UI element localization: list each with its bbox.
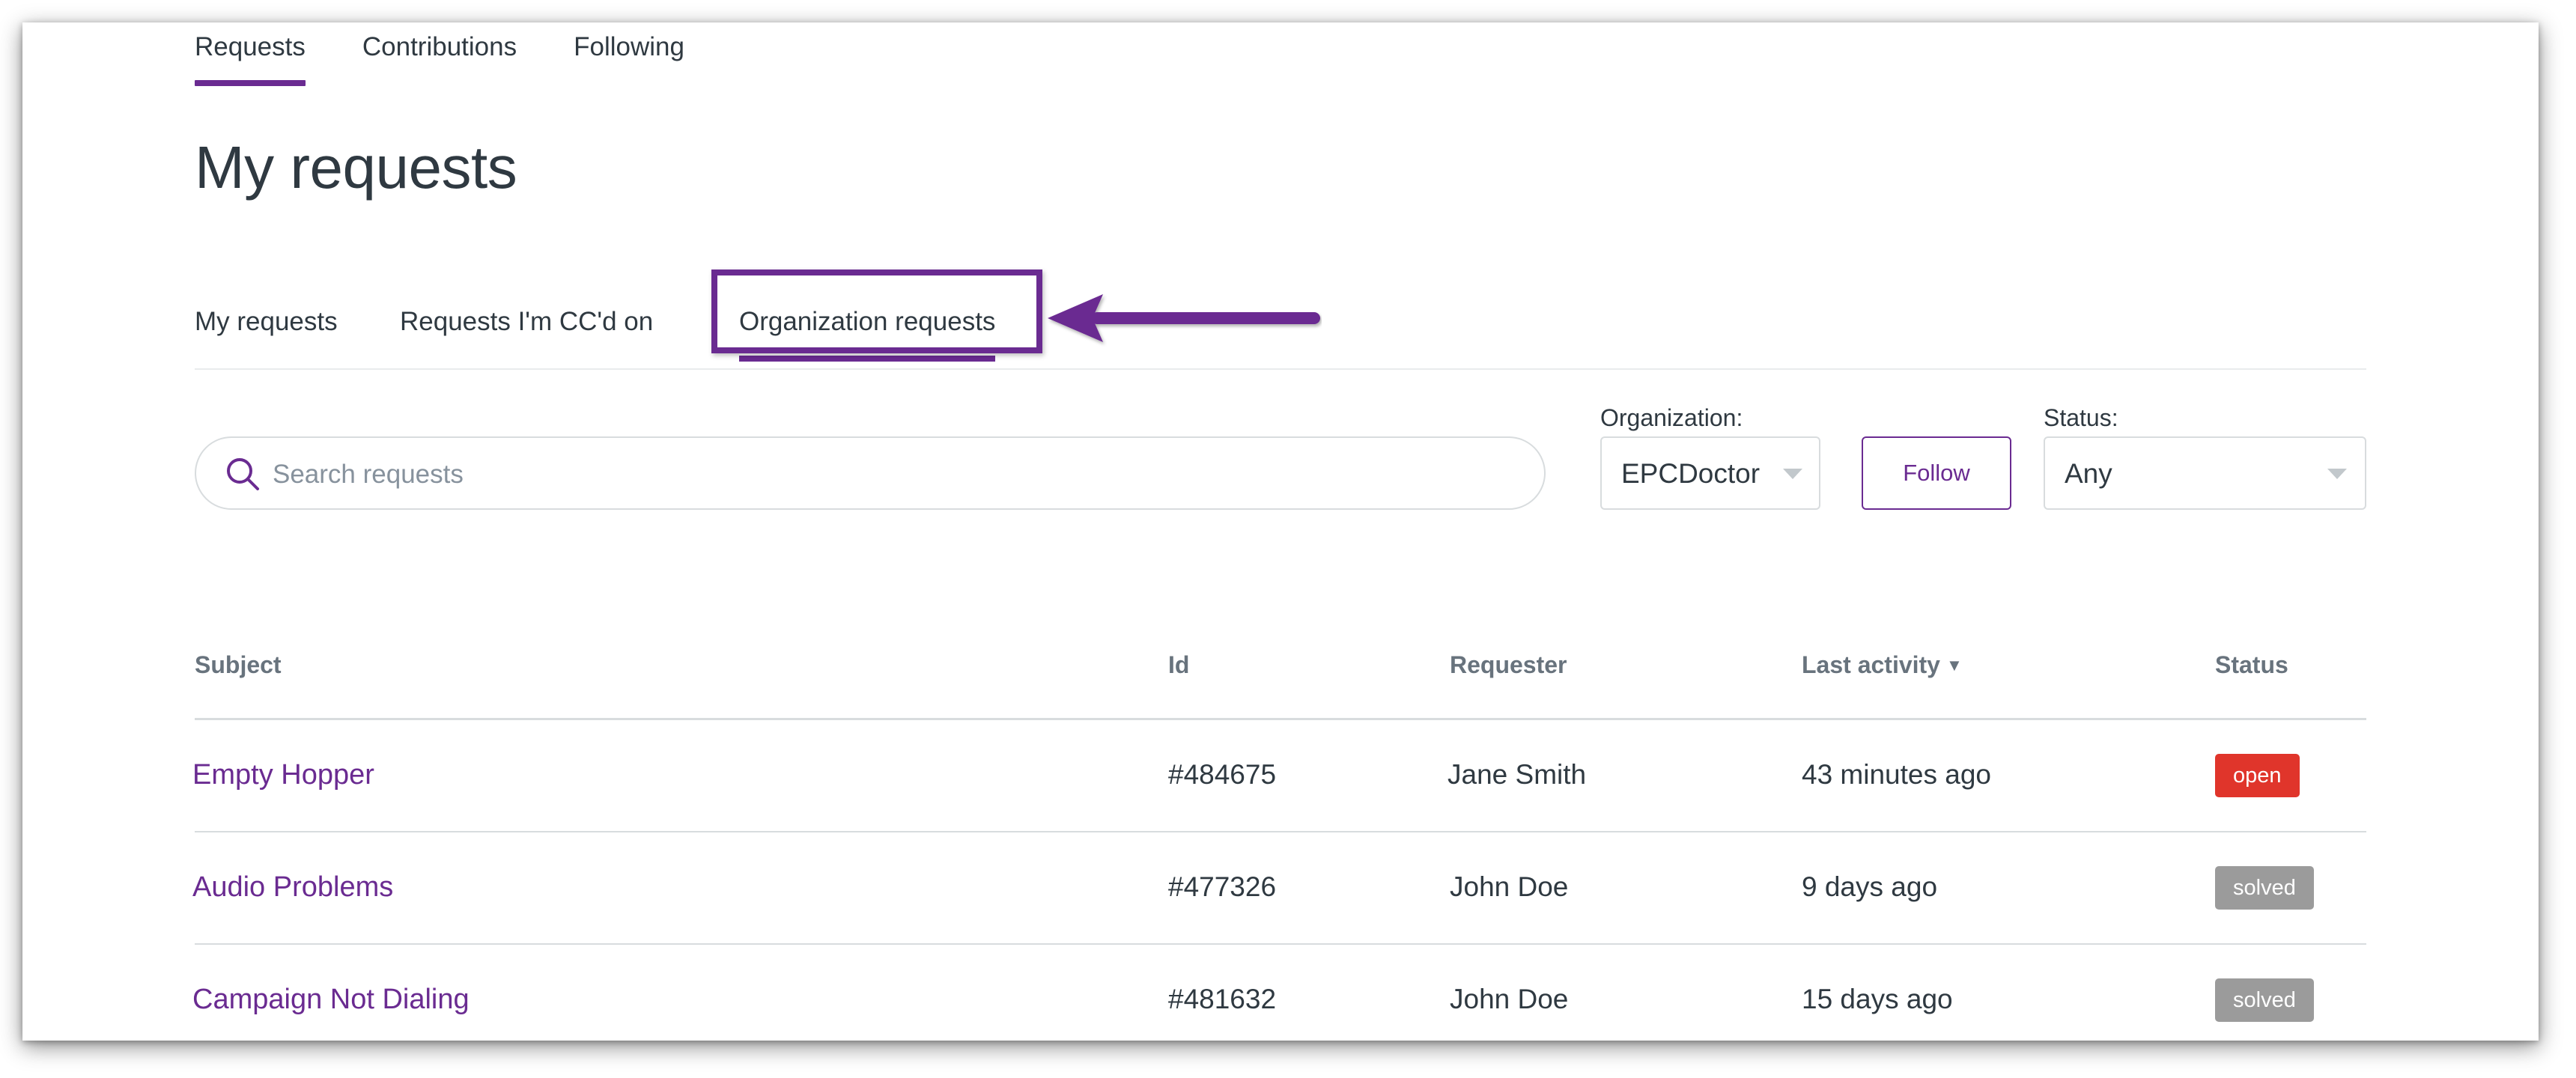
chevron-down-icon (1783, 469, 1802, 479)
tab-following[interactable]: Following (574, 22, 684, 90)
header-subject[interactable]: Subject (195, 651, 282, 679)
status-badge: solved (2215, 866, 2314, 910)
active-tab-underline (739, 356, 996, 362)
header-requester[interactable]: Requester (1450, 651, 1567, 679)
request-subject-link[interactable]: Campaign Not Dialing (192, 984, 470, 1016)
tab-contributions[interactable]: Contributions (362, 22, 517, 90)
search-box (195, 436, 1546, 510)
request-last-activity: 43 minutes ago (1802, 759, 1992, 790)
status-filter-label: Status: (2044, 404, 2118, 431)
request-requester: Jane Smith (1448, 759, 1587, 790)
organization-select[interactable]: EPCDoctor (1600, 436, 1820, 510)
status-select-value: Any (2065, 458, 2112, 489)
table-header: Subject Id Requester Last activity ▼ Stat… (195, 603, 2366, 720)
header-last-activity-label: Last activity (1802, 651, 1940, 678)
top-navigation: Requests Contributions Following (195, 22, 741, 90)
screenshot-frame: Requests Contributions Following My requ… (22, 22, 2539, 1041)
page-title: My requests (195, 134, 517, 201)
search-input[interactable] (271, 453, 1510, 496)
request-last-activity: 15 days ago (1802, 984, 1953, 1014)
page-content: Requests Contributions Following My requ… (192, 22, 2366, 1041)
tab-organization-requests-label: Organization requests (739, 307, 996, 336)
search-icon (227, 458, 259, 490)
request-requester: John Doe (1450, 984, 1569, 1014)
requests-sub-navigation: My requests Requests I'm CC'd on Organiz… (195, 284, 2366, 370)
sort-descending-icon: ▼ (1945, 656, 1963, 674)
request-last-activity: 9 days ago (1802, 871, 1938, 902)
table-row: Audio Problems #477326 John Doe 9 days a… (192, 832, 2366, 945)
request-subject-link[interactable]: Empty Hopper (192, 759, 374, 791)
tab-requests[interactable]: Requests (195, 22, 306, 90)
request-id: #484675 (1168, 759, 1277, 790)
request-requester: John Doe (1450, 871, 1569, 902)
request-subject-link[interactable]: Audio Problems (192, 871, 393, 904)
status-select[interactable]: Any (2044, 436, 2366, 510)
organization-filter-label: Organization: (1600, 404, 1743, 431)
table-row: Empty Hopper #484675 Jane Smith 43 minut… (192, 720, 2366, 832)
tab-cc-requests[interactable]: Requests I'm CC'd on (400, 307, 653, 337)
header-status[interactable]: Status (2215, 651, 2288, 679)
request-id: #477326 (1168, 871, 1277, 902)
status-badge: open (2215, 754, 2300, 797)
table-row: Campaign Not Dialing #481632 John Doe 15… (192, 945, 2366, 1041)
chevron-down-icon (2327, 469, 2347, 479)
request-id: #481632 (1168, 984, 1277, 1014)
header-last-activity[interactable]: Last activity ▼ (1802, 651, 1963, 679)
tab-organization-requests[interactable]: Organization requests (739, 307, 996, 362)
tab-my-requests[interactable]: My requests (195, 307, 338, 337)
header-id[interactable]: Id (1168, 651, 1189, 679)
follow-button[interactable]: Follow (1862, 436, 2011, 510)
organization-select-value: EPCDoctor (1621, 458, 1761, 489)
requests-table: Subject Id Requester Last activity ▼ Stat… (192, 603, 2366, 1041)
status-badge: solved (2215, 978, 2314, 1022)
